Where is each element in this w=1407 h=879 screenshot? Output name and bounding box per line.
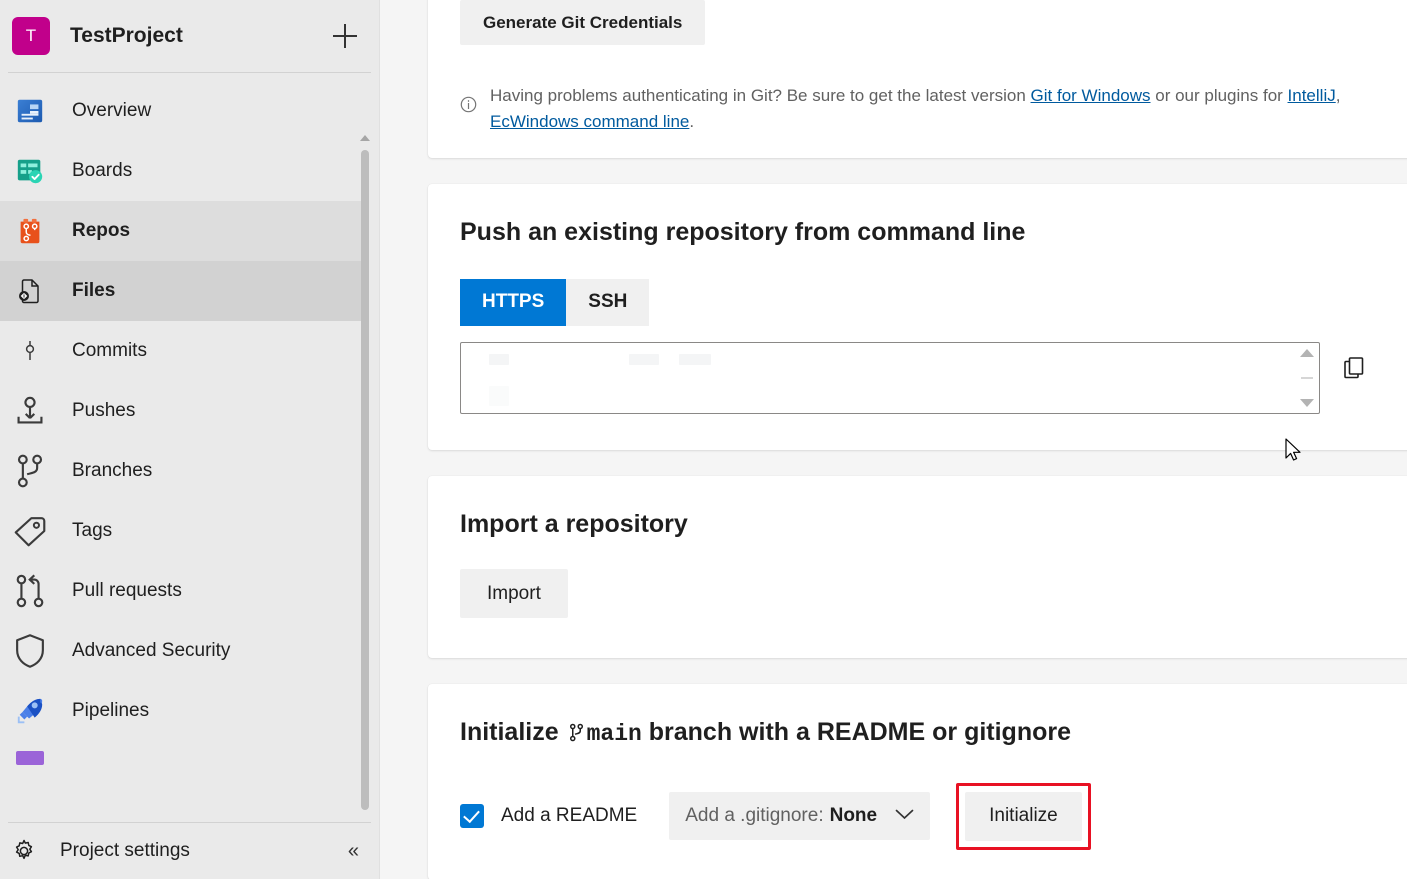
project-avatar: T [12, 17, 50, 55]
skeleton-block [489, 386, 509, 406]
project-sidebar: T TestProject [0, 0, 380, 879]
sidebar-item-project-settings[interactable]: Project settings « [0, 823, 379, 879]
scrollbar-thumb[interactable] [361, 150, 369, 810]
tab-https[interactable]: HTTPS [460, 279, 566, 326]
sidebar-item-label: Files [72, 280, 115, 302]
pushes-icon [10, 391, 50, 431]
sidebar-item-tags[interactable]: Tags [0, 501, 363, 561]
scroll-down-arrow-icon[interactable] [1300, 399, 1314, 407]
initialize-repo-card: Initialize main branch with a README or … [428, 684, 1407, 879]
initialize-title-suffix: branch with a README or gitignore [642, 718, 1071, 746]
initialize-controls: Add a README Add a .gitignore: None Init… [460, 783, 1406, 879]
initialize-button-highlight: Initialize [956, 783, 1091, 850]
info-icon [460, 95, 482, 121]
sidebar-item-pipelines[interactable]: Pipelines [0, 681, 363, 741]
sidebar-item-pull-requests[interactable]: Pull requests [0, 561, 363, 621]
pull-requests-icon [10, 571, 50, 611]
initialize-button[interactable]: Initialize [965, 792, 1082, 841]
git-auth-info-text: Having problems authenticating in Git? B… [490, 83, 1406, 134]
sidebar-item-label: Branches [72, 460, 152, 482]
push-card-title: Push an existing repository from command… [460, 184, 1406, 247]
sidebar-item-overview[interactable]: Overview [0, 81, 363, 141]
shield-icon [10, 631, 50, 671]
push-command-row [460, 342, 1406, 414]
tags-icon [10, 511, 50, 551]
scrollbar-thumb[interactable] [1301, 377, 1313, 379]
sidebar-nav-scroll: Overview Boards [0, 73, 379, 810]
info-text-part2: or our plugins for [1151, 86, 1288, 105]
sidebar-item-label: Boards [72, 160, 132, 182]
git-for-windows-link[interactable]: Git for Windows [1031, 86, 1151, 105]
boards-icon [10, 151, 50, 191]
project-header[interactable]: T TestProject [0, 0, 379, 72]
skeleton-block [489, 354, 509, 365]
tab-ssh[interactable]: SSH [566, 279, 649, 326]
sidebar-item-label: Pushes [72, 400, 135, 422]
import-repository-card: Import a repository Import [428, 476, 1407, 658]
import-card-title: Import a repository [460, 476, 1406, 539]
sidebar-item-label: Pipelines [72, 700, 149, 722]
sidebar-item-commits[interactable]: Commits [0, 321, 363, 381]
sidebar-item-label: Tags [72, 520, 112, 542]
initialize-title-prefix: Initialize [460, 718, 566, 746]
windows-command-line-link[interactable]: Windows command line [510, 112, 690, 131]
add-readme-label: Add a README [501, 805, 637, 827]
git-credentials-card: Generate Git Credentials Having problems… [428, 0, 1407, 158]
initialize-card-title: Initialize main branch with a README or … [460, 684, 1406, 747]
plus-icon[interactable] [331, 22, 359, 50]
eclipse-link[interactable]: Ec [490, 112, 510, 131]
gitignore-label: Add a .gitignore: [685, 805, 823, 827]
scroll-up-arrow-icon[interactable] [360, 135, 370, 141]
git-auth-info: Having problems authenticating in Git? B… [460, 83, 1406, 134]
sidebar-item-boards[interactable]: Boards [0, 141, 363, 201]
checkbox-checked-icon[interactable] [460, 804, 484, 828]
sidebar-item-label: Pull requests [72, 580, 182, 602]
main-content: Generate Git Credentials Having problems… [380, 0, 1407, 879]
branch-name: main [587, 721, 642, 747]
gitignore-dropdown[interactable]: Add a .gitignore: None [669, 792, 930, 840]
sidebar-scrollbar[interactable] [359, 135, 371, 810]
protocol-tabs: HTTPS SSH [460, 279, 649, 326]
repos-icon [10, 211, 50, 251]
commits-icon [10, 331, 50, 371]
files-icon [10, 271, 50, 311]
code-box-scrollbar[interactable] [1297, 345, 1317, 411]
chevron-double-left-icon[interactable]: « [348, 840, 359, 863]
sidebar-item-pushes[interactable]: Pushes [0, 381, 363, 441]
sidebar-item-label: Advanced Security [72, 640, 230, 662]
skeleton-block [629, 354, 659, 365]
skeleton-block [679, 354, 711, 365]
scroll-up-arrow-icon[interactable] [1300, 349, 1314, 357]
branches-icon [10, 451, 50, 491]
info-text-part4: . [689, 112, 694, 131]
import-button[interactable]: Import [460, 569, 568, 618]
project-settings-label: Project settings [60, 840, 348, 862]
branch-icon [566, 722, 587, 743]
project-name: TestProject [70, 24, 331, 48]
sidebar-item-label: Commits [72, 340, 147, 362]
sidebar-item-repos[interactable]: Repos [0, 201, 363, 261]
generate-git-credentials-button[interactable]: Generate Git Credentials [460, 0, 705, 45]
sidebar-item-label: Overview [72, 100, 151, 122]
gear-icon [10, 837, 38, 865]
chevron-down-icon[interactable] [895, 807, 914, 825]
info-text-part1: Having problems authenticating in Git? B… [490, 86, 1031, 105]
copy-icon[interactable] [1342, 356, 1366, 385]
pipelines-icon [10, 691, 50, 731]
sidebar-item-branches[interactable]: Branches [0, 441, 363, 501]
sidebar-item-advanced-security[interactable]: Advanced Security [0, 621, 363, 681]
partial-nav-icon [16, 751, 44, 765]
push-existing-repo-card: Push an existing repository from command… [428, 184, 1407, 450]
azure-devops-repo-page: T TestProject [0, 0, 1407, 879]
sidebar-item-label: Repos [72, 220, 130, 242]
sidebar-item-files[interactable]: Files [0, 261, 363, 321]
gitignore-value: None [830, 805, 878, 827]
info-text-part3: , [1336, 86, 1341, 105]
overview-icon [10, 91, 50, 131]
push-command-textarea[interactable] [460, 342, 1320, 414]
intellij-link[interactable]: IntelliJ [1288, 86, 1336, 105]
add-readme-checkbox[interactable]: Add a README [460, 804, 637, 828]
